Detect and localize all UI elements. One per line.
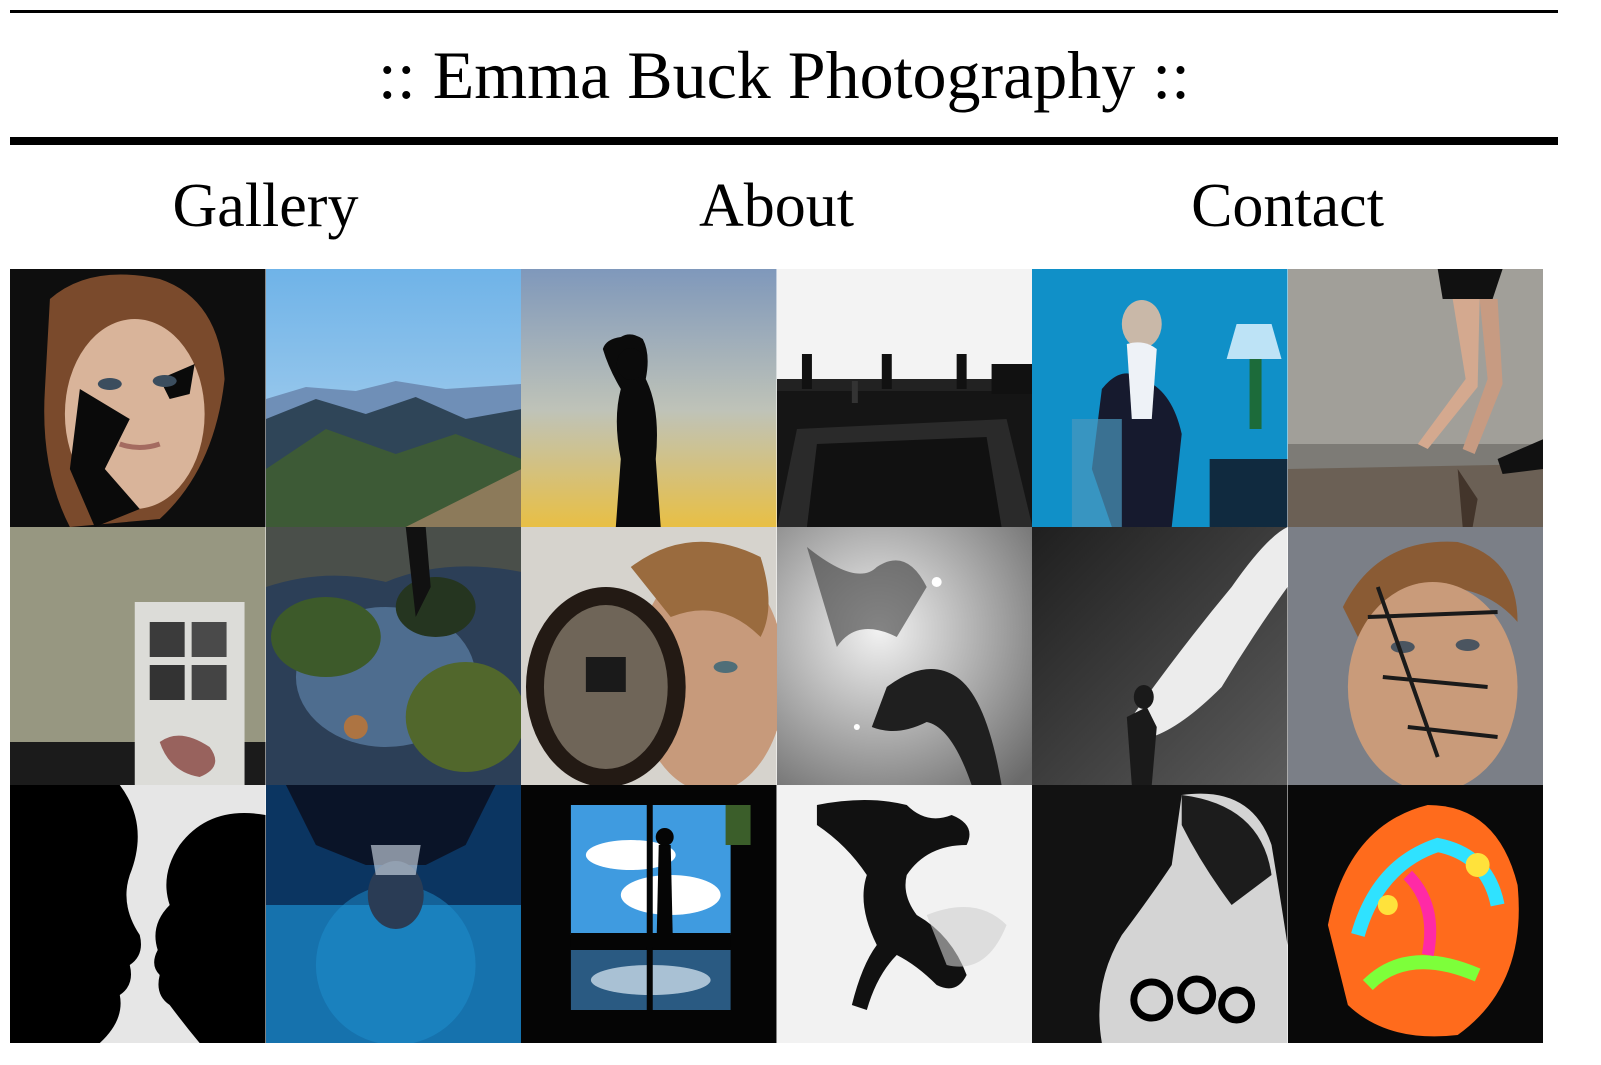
top-divider [10, 10, 1558, 13]
gallery-grid [10, 269, 1543, 1043]
nav-gallery-link[interactable]: Gallery [10, 162, 521, 252]
gallery-photo-underwater-suit[interactable] [1032, 269, 1288, 527]
gallery-photo-painted-back[interactable] [1032, 785, 1288, 1043]
gallery-photo-inverted-underwater[interactable] [265, 785, 521, 1043]
main-nav: Gallery About Contact [10, 162, 1543, 252]
site-title: :: Emma Buck Photography :: [377, 37, 1191, 113]
nav-contact-link[interactable]: Contact [1032, 162, 1543, 252]
gallery-photo-mirror-self-portrait[interactable] [521, 527, 777, 785]
gallery-photo-falling-figure[interactable] [776, 785, 1032, 1043]
gallery-photo-tree-reflection[interactable] [265, 527, 521, 785]
gallery-photo-kiss-silhouette[interactable] [10, 785, 266, 1043]
header-divider [10, 137, 1558, 145]
gallery-photo-sunset-silhouette[interactable] [521, 269, 777, 527]
gallery-photo-neon-body-paint[interactable] [1287, 785, 1543, 1043]
page: :: Emma Buck Photography :: Gallery Abou… [0, 0, 1601, 1065]
gallery-photo-window-silhouette[interactable] [521, 785, 777, 1043]
gallery-photo-rooftop[interactable] [776, 269, 1032, 527]
nav-about-link[interactable]: About [521, 162, 1032, 252]
gallery-photo-underwater-bw[interactable] [776, 527, 1032, 785]
gallery-photo-white-cloth[interactable] [1032, 527, 1288, 785]
gallery-photo-written-face[interactable] [1287, 527, 1543, 785]
gallery-photo-ballet-legs[interactable] [1287, 269, 1543, 527]
gallery-photo-abandoned-door[interactable] [10, 527, 266, 785]
gallery-photo-face-paint-portrait[interactable] [10, 269, 266, 527]
gallery-photo-mountains[interactable] [265, 269, 521, 527]
